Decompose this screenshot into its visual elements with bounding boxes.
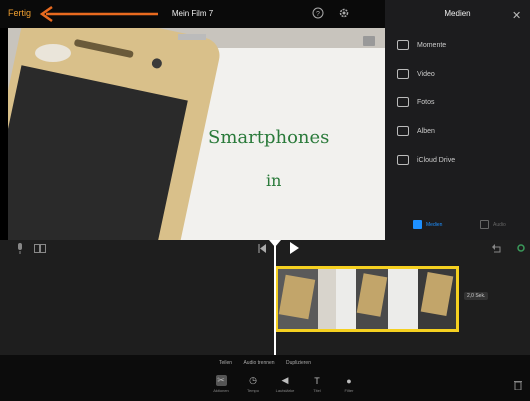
media-item-albums[interactable]: Alben bbox=[397, 124, 522, 138]
speaker-icon: ◀ bbox=[281, 375, 289, 385]
timeline-toolbar bbox=[0, 240, 530, 258]
audio-tab-icon bbox=[480, 220, 489, 229]
gear-icon[interactable] bbox=[338, 7, 350, 19]
top-bar: Fertig Mein Film 7 ? bbox=[0, 0, 385, 28]
timeline[interactable]: 2,0 Sek. bbox=[0, 240, 530, 355]
undo-icon[interactable] bbox=[492, 243, 502, 253]
svg-text:?: ? bbox=[316, 11, 320, 18]
media-item-moments[interactable]: Momente bbox=[397, 38, 522, 52]
tab-audio[interactable]: Audio bbox=[480, 220, 506, 229]
paper-text-1: Smartphones bbox=[208, 127, 329, 148]
moments-icon bbox=[397, 40, 409, 50]
media-panel: Medien ✕ Momente Video Fotos Alben iClou… bbox=[385, 0, 530, 240]
clip-duration: 2,0 Sek. bbox=[464, 292, 489, 300]
play-icon[interactable] bbox=[290, 242, 299, 254]
media-item-video[interactable]: Video bbox=[397, 67, 522, 81]
video-preview[interactable]: Smartphones in bbox=[8, 28, 385, 240]
tool-speed[interactable]: ◷ Tempo bbox=[237, 375, 269, 393]
media-tab-icon bbox=[413, 220, 422, 229]
video-clip[interactable] bbox=[275, 266, 459, 332]
skip-back-icon[interactable] bbox=[258, 244, 266, 253]
media-item-photos[interactable]: Fotos bbox=[397, 95, 522, 109]
microphone-icon[interactable] bbox=[16, 243, 24, 254]
media-tabs: Medien Audio bbox=[385, 218, 530, 234]
close-icon[interactable]: ✕ bbox=[512, 9, 521, 22]
split-view-icon[interactable] bbox=[34, 244, 46, 253]
folder-icon bbox=[397, 155, 409, 165]
film-icon bbox=[397, 69, 409, 79]
scissors-icon: ✂ bbox=[215, 375, 227, 386]
tab-media[interactable]: Medien bbox=[413, 220, 442, 229]
playhead-marker[interactable] bbox=[269, 240, 281, 247]
photo-icon bbox=[397, 97, 409, 107]
filter-icon: ● bbox=[346, 375, 352, 386]
text-icon: T bbox=[314, 375, 320, 386]
tool-filters[interactable]: ● Filter bbox=[333, 375, 365, 394]
tool-row: ✂ Aktionen ◷ Tempo ◀ Lautstärke T Titel ● Fil… bbox=[205, 375, 365, 393]
duplicate-action[interactable]: Duplizieren bbox=[286, 360, 311, 366]
paper-text-2: in bbox=[266, 171, 281, 190]
share-action[interactable]: Teilen bbox=[219, 360, 232, 366]
project-title: Mein Film 7 bbox=[171, 9, 214, 18]
detach-audio-action[interactable]: Audio trennen bbox=[243, 360, 274, 366]
playhead[interactable] bbox=[274, 240, 276, 355]
speed-icon: ◷ bbox=[249, 375, 257, 385]
bottom-toolbar: Teilen Audio trennen Duplizieren ✂ Aktion… bbox=[0, 355, 530, 401]
settings-icon[interactable] bbox=[516, 243, 526, 253]
tool-titles[interactable]: T Titel bbox=[301, 375, 333, 394]
trash-icon[interactable] bbox=[514, 380, 522, 390]
media-panel-title: Medien bbox=[444, 9, 471, 18]
album-icon bbox=[397, 126, 409, 136]
help-icon[interactable]: ? bbox=[312, 7, 324, 19]
tool-actions[interactable]: ✂ Aktionen bbox=[205, 375, 237, 393]
media-item-icloud[interactable]: iCloud Drive bbox=[397, 153, 522, 167]
clip-actions: Teilen Audio trennen Duplizieren bbox=[0, 360, 530, 366]
tool-volume[interactable]: ◀ Lautstärke bbox=[269, 375, 301, 393]
